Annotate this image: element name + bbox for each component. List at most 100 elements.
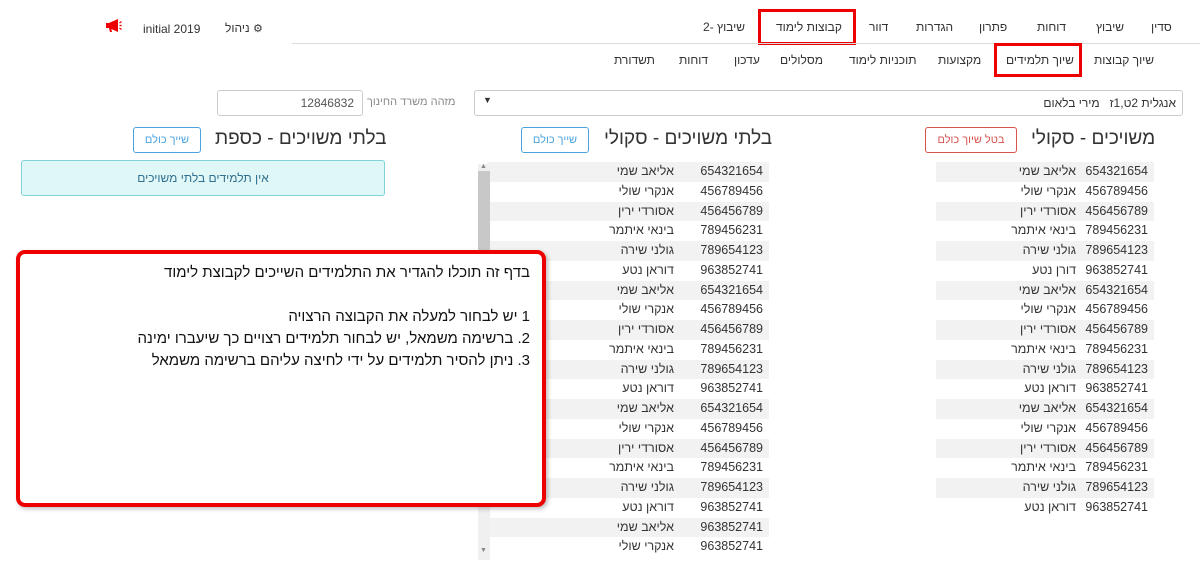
megaphone-icon[interactable] [105,18,122,38]
student-id: 789654123 [700,243,763,257]
student-id: 456456789 [700,203,763,218]
nav-tab-placement[interactable]: שיבוץ [1096,20,1124,34]
student-id: 654321654 [700,282,763,297]
gear-icon: ⚙ [252,23,263,35]
no-students-alert: אין תלמידים בלתי משויכים [21,160,385,196]
scroll-up-icon[interactable]: ▲ [480,163,487,170]
student-row[interactable]: 456456789 אסורדי ירין [936,320,1154,340]
student-name: דורן נטע [1032,262,1076,277]
unassigned-kaspat-title: בלתי משויכים - כספת [215,128,387,149]
student-id: 654321654 [1085,282,1148,297]
subtab-broadcast[interactable]: תשדורת [614,53,655,67]
assign-all-button-kaspat[interactable]: שייך כולם [133,127,201,153]
student-id: 456456789 [1085,440,1148,455]
student-row[interactable]: 654321654 אליאב שמי [936,162,1154,182]
nav-tab-placement-2[interactable]: שיבוץ -2 [703,20,745,34]
student-name: גולני שירה [620,243,674,257]
student-row[interactable]: 789456231 בינאי איתמר [487,221,769,241]
student-id: 456789456 [700,420,763,435]
study-groups-highlight [758,9,856,45]
student-name: אנקרי שולי [1020,302,1076,317]
nav-tab-sheet[interactable]: סדין [1151,20,1172,34]
callout-line-4: 3. ניתן להסיר תלמידים על ידי לחיצה עליהם… [151,352,530,369]
cancel-assign-all-button[interactable]: בטל שיוך כולם [925,127,1017,153]
manage-menu[interactable]: ⚙ ניהול [225,21,263,35]
student-row[interactable]: 456789456 אנקרי שולי [936,300,1154,320]
student-name: גולני שירה [1022,243,1076,257]
student-id: 789654123 [1085,361,1148,376]
student-name: בינאי איתמר [1011,341,1076,356]
student-name: אסורדי ירין [617,440,674,455]
student-id: 963852741 [700,539,763,554]
student-row[interactable]: 654321654 אליאב שמי [936,280,1154,301]
student-row[interactable]: 654321654 אליאב שמי [487,162,769,182]
student-id: 654321654 [700,164,763,178]
ministry-id-input[interactable]: 12846832 [217,90,363,116]
student-name: אליאב שמי [616,164,674,178]
student-id: 456789456 [700,183,763,198]
ministry-id-label: מזהה משרד החינוך [367,96,456,108]
chevron-down-icon: ▼ [483,95,492,105]
student-row[interactable]: 456456789 אסורדי ירין [936,201,1154,222]
student-row[interactable]: 789654123 גולני שירה [936,241,1154,261]
student-id: 456456789 [700,440,763,455]
student-row[interactable]: 456456789 אסורדי ירין [936,438,1154,459]
student-row[interactable]: 456789456 אנקרי שולי [936,182,1154,202]
student-row[interactable]: 963852741 דוראן נטע [936,498,1154,518]
student-row[interactable]: 963852741 דוראן נטע [936,379,1154,399]
student-row[interactable]: 963852741 דורן נטע [936,261,1154,281]
student-row[interactable]: 789456231 בינאי איתמר [936,458,1154,478]
callout-line-2: 1 יש לבחור למעלה את הקבוצה הרצויה [288,308,530,325]
student-row[interactable]: 789456231 בינאי איתמר [936,221,1154,241]
student-name: דוראן נטע [1024,499,1076,514]
student-row[interactable]: 654321654 אליאב שמי [936,399,1154,419]
student-name: דוראן נטע [622,381,674,396]
student-name: אנקרי שולי [1020,420,1076,435]
student-name: גולני שירה [1022,361,1076,376]
student-id: 654321654 [1085,401,1148,415]
scroll-down-icon[interactable]: ▼ [480,547,487,554]
student-row[interactable]: 789654123 גולני שירה [936,359,1154,380]
student-row[interactable]: 456789456 אנקרי שולי [487,182,769,202]
student-name: אנקרי שולי [618,183,674,198]
student-id: 963852741 [700,519,763,534]
subtab-subjects[interactable]: מקצועות [938,53,981,67]
student-name: אליאב שמי [1018,164,1076,178]
student-row[interactable]: 456789456 אנקרי שולי [936,419,1154,439]
student-id: 963852741 [700,499,763,514]
nav-tab-mail[interactable]: דוור [869,20,888,34]
student-name: בינאי איתמר [1011,460,1076,475]
subtab-tracks[interactable]: מסלולים [780,53,823,67]
student-name: אנקרי שולי [618,539,674,554]
student-name: אסורדי ירין [1019,440,1076,455]
student-row[interactable]: 963852741 אליאב שמי [487,517,769,538]
nav-tab-solution[interactable]: פתרון [979,20,1007,34]
year-label[interactable]: initial 2019 [143,22,200,36]
student-row[interactable]: 789654123 גולני שירה [936,478,1154,498]
group-select-value: אנגלית 2ט,1ז מירי בלאום [1043,96,1176,110]
subtab-update[interactable]: עדכון [734,53,760,67]
student-row[interactable]: 789456231 בינאי איתמר [936,340,1154,360]
nav-tab-reports[interactable]: דוחות [1037,20,1066,34]
student-name: אסורדי ירין [1019,322,1076,336]
student-name: גולני שירה [620,361,674,376]
subtab-group-assign[interactable]: שיוך קבוצות [1094,53,1154,67]
list-scrollbar-thumb[interactable] [478,171,490,261]
subtab-curricula[interactable]: תוכניות לימוד [849,53,916,67]
student-id: 456789456 [700,302,763,317]
assigned-title: משויכים - סקולי [1031,128,1156,149]
assign-all-button[interactable]: שייך כולם [521,127,589,153]
student-name: אנקרי שולי [1020,183,1076,198]
student-row[interactable]: 456456789 אסורדי ירין [487,201,769,222]
student-name: דוראן נטע [1024,381,1076,396]
manage-label: ניהול [225,21,250,35]
student-name: אליאב שמי [1018,282,1076,297]
subtab-reports[interactable]: דוחות [679,53,708,67]
student-row[interactable]: 963852741 אנקרי שולי [487,537,769,557]
group-select[interactable]: ▼ אנגלית 2ט,1ז מירי בלאום [474,90,1183,116]
student-id: 789456231 [700,460,763,475]
student-name: אנקרי שולי [618,302,674,317]
unassigned-school-title: בלתי משויכים - סקולי [604,128,773,149]
student-id: 789456231 [700,223,763,238]
nav-tab-settings[interactable]: הגדרות [916,20,953,34]
